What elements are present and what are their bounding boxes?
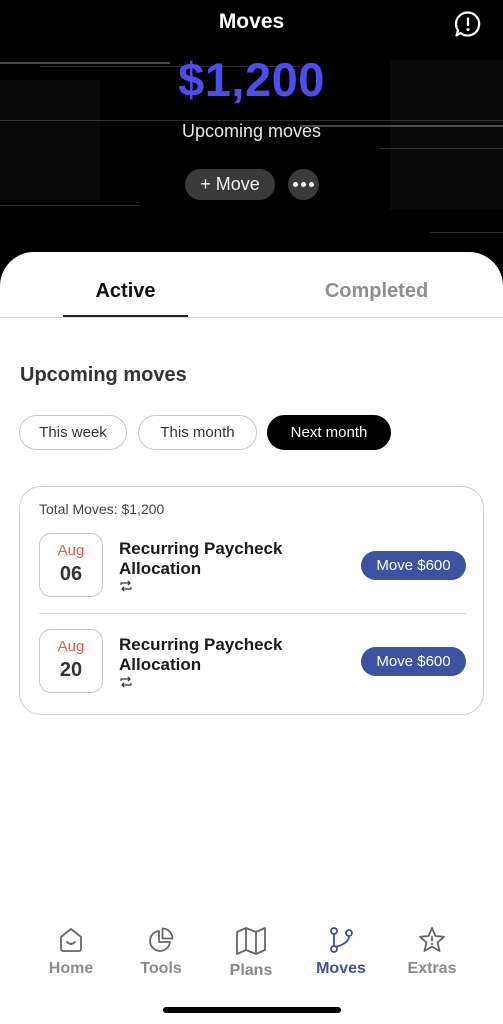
nav-label: Home bbox=[48, 960, 94, 977]
move-row[interactable]: Aug 20 Recurring Paycheck Allocation Mov… bbox=[20, 629, 485, 699]
nav-item-home[interactable]: Home bbox=[31, 925, 111, 978]
date-day: 06 bbox=[59, 563, 83, 585]
tab-bar: Active Completed bbox=[0, 252, 503, 318]
ellipsis-dot bbox=[309, 182, 314, 187]
date-day: 20 bbox=[59, 659, 83, 681]
nav-item-extras[interactable]: Extras bbox=[392, 925, 472, 978]
nav-item-plans[interactable]: Plans bbox=[211, 925, 291, 980]
row-divider bbox=[39, 613, 466, 614]
star-icon bbox=[419, 927, 445, 952]
header-hero: Moves $1,200 Upcoming moves + Move bbox=[0, 0, 503, 290]
nav-label: Tools bbox=[140, 960, 182, 977]
date-badge: Aug 20 bbox=[39, 629, 103, 693]
move-row[interactable]: Aug 06 Recurring Paycheck Allocation Mov… bbox=[20, 533, 485, 603]
repeat-icon bbox=[120, 580, 132, 592]
move-button[interactable]: Move $600 bbox=[361, 647, 466, 676]
bottom-nav: Home Tools Plans Moves Extras bbox=[0, 925, 503, 995]
add-move-button[interactable]: + Move bbox=[185, 169, 275, 200]
decorative-streak bbox=[0, 205, 140, 206]
date-badge: Aug 06 bbox=[39, 533, 103, 597]
home-icon bbox=[60, 928, 82, 952]
move-title: Recurring Paycheck Allocation bbox=[119, 539, 283, 578]
filter-next-month[interactable]: Next month bbox=[267, 415, 391, 450]
total-amount: $1,200 bbox=[178, 53, 325, 106]
pie-chart-icon bbox=[149, 927, 174, 952]
section-title: Upcoming moves bbox=[20, 364, 187, 386]
alert-bubble-icon bbox=[454, 11, 481, 37]
content-sheet: Active Completed Upcoming moves This wee… bbox=[0, 252, 503, 1024]
nav-label: Plans bbox=[229, 962, 273, 979]
total-moves-label: Total Moves: $1,200 bbox=[39, 501, 165, 517]
date-month: Aug bbox=[57, 638, 85, 655]
moves-card: Total Moves: $1,200 Aug 06 Recurring Pay… bbox=[19, 486, 484, 715]
amount-caption: Upcoming moves bbox=[181, 121, 322, 141]
tab-active[interactable]: Active bbox=[63, 280, 188, 303]
move-title: Recurring Paycheck Allocation bbox=[119, 635, 283, 674]
home-indicator bbox=[163, 1007, 341, 1013]
map-icon bbox=[236, 927, 266, 955]
nav-label: Extras bbox=[407, 960, 457, 977]
decorative-streak bbox=[430, 232, 503, 233]
alert-button[interactable] bbox=[454, 10, 482, 38]
repeat-icon bbox=[120, 676, 132, 688]
nav-label: Moves bbox=[316, 960, 366, 977]
branch-icon bbox=[330, 927, 353, 953]
filter-this-week[interactable]: This week bbox=[19, 415, 127, 450]
date-month: Aug bbox=[57, 542, 85, 559]
nav-item-moves[interactable]: Moves bbox=[301, 925, 381, 978]
tab-completed[interactable]: Completed bbox=[314, 280, 439, 303]
ellipsis-dot bbox=[301, 182, 306, 187]
ellipsis-icon bbox=[293, 182, 298, 187]
nav-item-tools[interactable]: Tools bbox=[121, 925, 201, 978]
tab-active-indicator bbox=[63, 315, 188, 317]
more-options-button[interactable] bbox=[288, 169, 319, 200]
filter-this-month[interactable]: This month bbox=[138, 415, 257, 450]
move-button[interactable]: Move $600 bbox=[361, 551, 466, 580]
page-title: Moves bbox=[218, 10, 285, 33]
